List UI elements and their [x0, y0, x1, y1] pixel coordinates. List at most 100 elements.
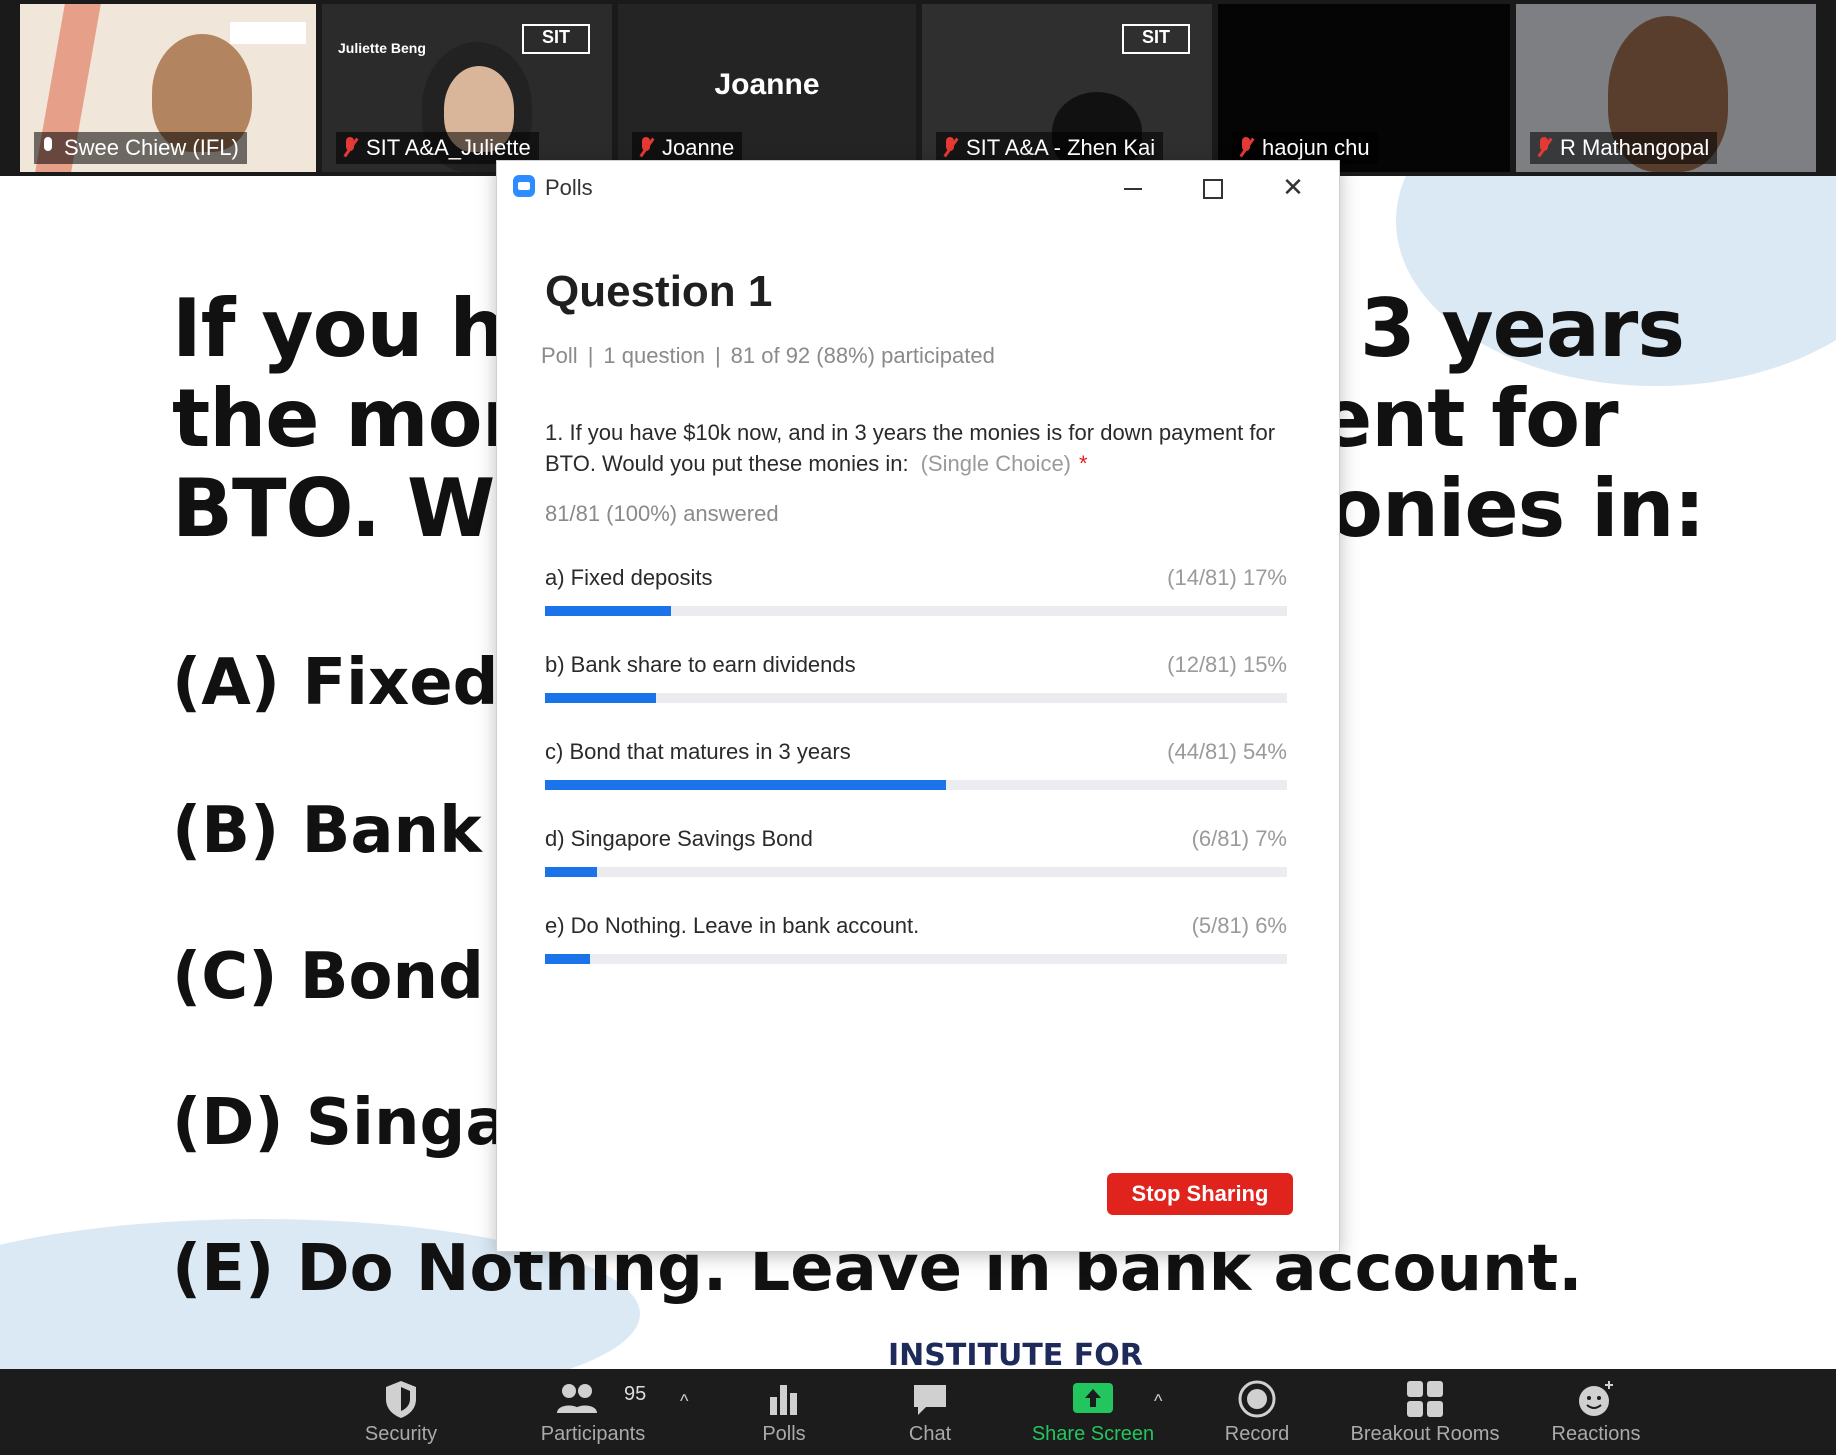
record-button[interactable]: Record [1212, 1379, 1302, 1451]
participant-strip: Swee Chiew (IFL) Juliette Beng SIT SIT A… [0, 0, 1836, 176]
slide-question-line-right: onies in: [1328, 462, 1705, 555]
participants-options-caret[interactable]: ^ [680, 1391, 688, 1412]
poll-result-track [545, 780, 1287, 790]
breakout-rooms-button[interactable]: Breakout Rooms [1340, 1379, 1510, 1451]
muted-mic-icon [942, 137, 960, 159]
poll-option-label: a) Fixed deposits [545, 565, 713, 590]
poll-option: e) Do Nothing. Leave in bank account. (5/… [545, 913, 1287, 989]
participants-button[interactable]: 95 Participants [528, 1379, 658, 1451]
poll-option-result: (12/81) 15% [1167, 652, 1287, 677]
tile-caption: Juliette Beng [338, 40, 426, 56]
record-label: Record [1224, 1423, 1290, 1445]
chat-label: Chat [908, 1423, 952, 1445]
stop-sharing-button[interactable]: Stop Sharing [1107, 1173, 1293, 1215]
minimize-button[interactable] [1113, 169, 1153, 205]
reactions-icon [1548, 1379, 1644, 1419]
required-mark: * [1079, 451, 1088, 476]
participant-tile[interactable]: R Mathangopal [1516, 4, 1816, 172]
poll-result-bar [545, 780, 946, 790]
polls-button[interactable]: Polls [744, 1379, 824, 1451]
participant-name: Swee Chiew (IFL) [34, 132, 247, 164]
muted-mic-icon [342, 137, 360, 159]
polls-label: Polls [762, 1423, 806, 1445]
separator: | [714, 343, 721, 368]
poll-option-result: (5/81) 6% [1191, 913, 1287, 938]
poll-type: Poll [541, 343, 578, 368]
poll-result-track [545, 954, 1287, 964]
breakout-rooms-icon [1340, 1379, 1510, 1419]
participant-tile[interactable]: Joanne Joanne [618, 4, 916, 172]
slide-question-line-right: 3 years [1360, 282, 1685, 375]
share-screen-icon [1018, 1379, 1168, 1419]
poll-question-count: 1 question [603, 343, 705, 368]
poll-question-text: 1. If you have $10k now, and in 3 years … [545, 417, 1285, 479]
zoom-meeting-window: Swee Chiew (IFL) Juliette Beng SIT SIT A… [0, 0, 1836, 1455]
slide-question-line: the mon [172, 372, 539, 465]
poll-option-label: c) Bond that matures in 3 years [545, 739, 851, 764]
window-title: Polls [545, 175, 593, 200]
poll-option: a) Fixed deposits (14/81) 17% [545, 565, 1287, 641]
polls-titlebar[interactable]: Polls ✕ [497, 161, 1339, 213]
maximize-icon [1203, 179, 1223, 200]
poll-result-bar [545, 606, 672, 616]
poll-result-bar [545, 693, 657, 703]
poll-option-result: (6/81) 7% [1191, 826, 1287, 851]
poll-option: b) Bank share to earn dividends (12/81) 1… [545, 652, 1287, 728]
sit-logo-icon: SIT [1122, 24, 1190, 54]
participant-tile[interactable]: haojun chu [1218, 4, 1510, 172]
poll-option-label: e) Do Nothing. Leave in bank account. [545, 913, 920, 938]
close-icon: ✕ [1282, 172, 1304, 202]
poll-result-track [545, 606, 1287, 616]
participant-count: 95 [624, 1383, 647, 1405]
chat-icon [890, 1379, 970, 1419]
separator: | [587, 343, 594, 368]
poll-question-title: Question 1 [545, 267, 773, 316]
participants-label: Participants [540, 1423, 646, 1445]
meeting-toolbar: Security 95 Participants ^ Polls Chat Sh… [0, 1369, 1836, 1455]
maximize-button[interactable] [1193, 169, 1233, 205]
slide-question-line: BTO. W [172, 462, 495, 555]
poll-option-label: d) Singapore Savings Bond [545, 826, 813, 851]
participant-tile[interactable]: Swee Chiew (IFL) [20, 4, 316, 172]
security-button[interactable]: Security [346, 1379, 456, 1451]
reactions-button[interactable]: Reactions [1548, 1379, 1644, 1451]
participant-tile[interactable]: Juliette Beng SIT SIT A&A_Juliette [322, 4, 612, 172]
sit-logo-icon: SIT [522, 24, 590, 54]
muted-mic-icon [1536, 137, 1554, 159]
chat-button[interactable]: Chat [890, 1379, 970, 1451]
logo-image [230, 22, 306, 44]
reactions-label: Reactions [1551, 1423, 1641, 1445]
poll-result-track [545, 867, 1287, 877]
share-screen-button[interactable]: Share Screen [1018, 1379, 1168, 1451]
poll-result-track [545, 693, 1287, 703]
question-body: 1. If you have $10k now, and in 3 years … [545, 420, 1276, 476]
poll-option-result: (44/81) 54% [1167, 739, 1287, 764]
share-options-caret[interactable]: ^ [1154, 1391, 1162, 1412]
poll-option: c) Bond that matures in 3 years (44/81) 5… [545, 739, 1287, 815]
minimize-icon [1124, 188, 1142, 191]
poll-option-result: (14/81) 17% [1167, 565, 1287, 590]
participant-tile[interactable]: SIT SIT A&A - Zhen Kai [922, 4, 1212, 172]
poll-option: d) Singapore Savings Bond (6/81) 7% [545, 826, 1287, 902]
close-button[interactable]: ✕ [1273, 169, 1313, 205]
breakout-rooms-label: Breakout Rooms [1350, 1423, 1500, 1445]
polls-window: Polls ✕ Question 1 Poll | 1 question | 81 of… [496, 160, 1340, 1252]
poll-answered: 81/81 (100%) answered [545, 501, 779, 526]
muted-mic-icon [638, 137, 656, 159]
record-icon [1212, 1379, 1302, 1419]
polls-icon [744, 1379, 824, 1419]
share-screen-label: Share Screen [1031, 1423, 1155, 1445]
microphone-icon [40, 137, 58, 159]
participant-center-name: Joanne [714, 68, 820, 101]
poll-option-label: b) Bank share to earn dividends [545, 652, 856, 677]
participant-name: R Mathangopal [1530, 132, 1718, 164]
slide-question-line-right: ent for [1318, 372, 1619, 465]
participants-icon: 95 [528, 1379, 658, 1419]
poll-meta: Poll | 1 question | 81 of 92 (88%) participa… [541, 343, 995, 369]
muted-mic-icon [1238, 137, 1256, 159]
poll-result-bar [545, 954, 590, 964]
security-label: Security [364, 1423, 438, 1445]
choice-type: (Single Choice) [920, 451, 1072, 476]
zoom-app-icon [513, 175, 535, 197]
poll-result-bar [545, 867, 597, 877]
